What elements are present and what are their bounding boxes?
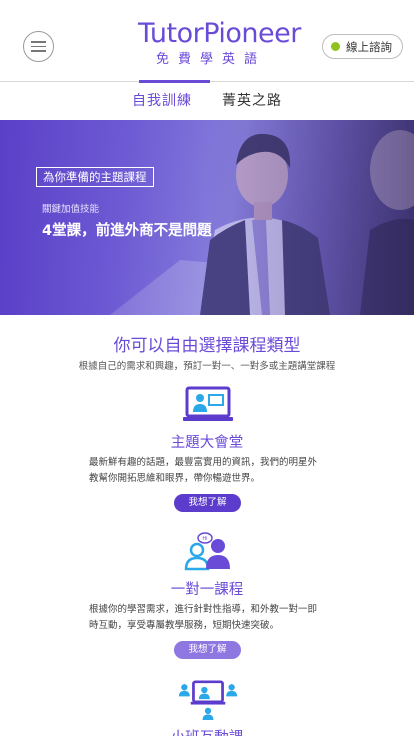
lecture-screen-icon <box>183 386 233 421</box>
group-class-icon <box>178 680 238 720</box>
one-on-one-chat-icon: Hi <box>184 532 230 571</box>
active-tab-indicator <box>139 80 210 83</box>
top-header: TutorPioneer 免費學英語 線上諮詢 <box>0 0 414 82</box>
tab-self-training[interactable]: 自我訓練 <box>128 82 196 120</box>
hero-banner <box>0 120 414 315</box>
logo-wordmark: TutorPioneer <box>138 18 301 49</box>
hero-tag: 為你準備的主題課程 <box>36 167 154 187</box>
hero-photo <box>0 120 414 315</box>
menu-line <box>31 41 46 43</box>
site-logo[interactable]: TutorPioneer 免費學英語 <box>138 16 301 68</box>
hero-title: 4堂課，前進外商不是問題 <box>42 223 212 239</box>
online-status-dot <box>331 42 340 51</box>
hamburger-menu-icon[interactable] <box>23 31 54 62</box>
tab-elite-path[interactable]: 菁英之路 <box>218 82 286 120</box>
menu-line <box>31 45 46 48</box>
logo-tagline: 免費學英語 <box>155 52 266 67</box>
online-consult-label: 線上諮詢 <box>346 39 392 54</box>
course-title-lecture: 主題大會堂 <box>170 435 244 451</box>
course-title-one-on-one: 一對一課程 <box>170 582 244 598</box>
hero-kicker: 關鍵加值技能 <box>42 204 100 215</box>
learn-more-button-one-on-one[interactable]: 我想了解 <box>174 641 241 659</box>
learn-more-button-lecture[interactable]: 我想了解 <box>174 494 241 512</box>
online-consult-button[interactable]: 線上諮詢 <box>322 34 403 59</box>
course-desc-one-on-one: 根據你的學習需求，進行針對性指導，和外教一對一即時互動，享受專屬教學服務，短期快… <box>89 604 318 631</box>
course-desc-lecture: 最新鮮有趣的話題，最豐富實用的資訊，我們的明星外教幫你開拓思維和眼界，帶你暢遊世… <box>89 457 318 484</box>
course-title-group: 小班互動課 <box>0 726 414 736</box>
section-title: 你可以自由選擇課程類型 <box>113 336 301 356</box>
menu-line <box>31 50 46 52</box>
section-tabs: 自我訓練 菁英之路 <box>0 82 414 120</box>
svg-text:Hi: Hi <box>202 536 207 542</box>
section-subtitle: 根據自己的需求和興趣，預訂一對一、一對多或主題講堂課程 <box>78 361 336 372</box>
